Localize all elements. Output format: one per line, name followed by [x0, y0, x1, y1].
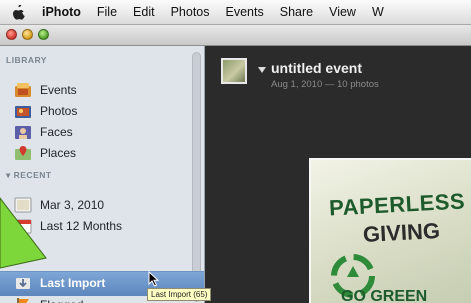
zoom-button[interactable]	[38, 29, 49, 40]
photo-thumbnail[interactable]: PAPERLESS GIVING GO GREEN	[309, 158, 471, 303]
minimize-button[interactable]	[22, 29, 33, 40]
photo-text-giving: GIVING	[362, 218, 441, 247]
recent-section-label[interactable]: ▾ RECENT	[6, 170, 52, 181]
event-key-photo[interactable]	[221, 58, 247, 84]
sidebar-item-last-import[interactable]: Last Import	[40, 273, 105, 293]
sidebar-item-mar-3-2010[interactable]: Mar 3, 2010	[40, 195, 104, 215]
photos-icon	[15, 106, 31, 118]
disclosure-triangle-icon[interactable]	[258, 67, 266, 73]
tooltip: Last Import (65)	[147, 288, 212, 301]
event-subtitle: Aug 1, 2010 — 10 photos	[271, 79, 379, 90]
sidebar-item-last-12-months[interactable]: Last 12 Months	[40, 216, 122, 236]
menu-share[interactable]: Share	[272, 5, 321, 19]
iphoto-window: LIBRARY Events Photos Faces Places ▾ REC…	[0, 25, 471, 303]
event-album-icon	[14, 197, 32, 213]
events-icon	[15, 83, 31, 97]
photo-text-go-green: GO GREEN	[341, 288, 428, 303]
places-icon	[15, 146, 31, 160]
event-title[interactable]: untitled event	[271, 60, 362, 76]
sidebar-item-photos[interactable]: Photos	[40, 101, 77, 121]
calendar-icon	[14, 219, 32, 234]
menu-photos[interactable]: Photos	[163, 5, 218, 19]
sidebar-item-faces[interactable]: Faces	[40, 122, 73, 142]
source-list-sidebar: LIBRARY Events Photos Faces Places ▾ REC…	[0, 46, 205, 303]
window-titlebar	[0, 25, 471, 46]
sidebar-item-places[interactable]: Places	[40, 143, 76, 163]
menu-file[interactable]: File	[89, 5, 125, 19]
faces-icon	[15, 126, 31, 139]
menu-bar: iPhoto File Edit Photos Events Share Vie…	[0, 0, 471, 25]
library-section-label: LIBRARY	[6, 55, 47, 65]
menu-app-name[interactable]: iPhoto	[38, 5, 89, 19]
mouse-cursor-icon	[148, 271, 160, 287]
menu-edit[interactable]: Edit	[125, 5, 163, 19]
close-button[interactable]	[6, 29, 17, 40]
photo-browser: untitled event Aug 1, 2010 — 10 photos P…	[205, 46, 471, 303]
apple-menu-icon[interactable]	[12, 4, 26, 20]
menu-window[interactable]: W	[364, 5, 392, 19]
menu-events[interactable]: Events	[218, 5, 272, 19]
flag-icon	[17, 298, 29, 303]
last-import-icon	[16, 278, 30, 289]
photo-text-paperless: PAPERLESS	[328, 188, 466, 221]
sidebar-scrollbar[interactable]	[192, 52, 201, 302]
menu-view[interactable]: View	[321, 5, 364, 19]
sidebar-item-events[interactable]: Events	[40, 80, 77, 100]
sidebar-item-flagged[interactable]: Flagged	[40, 295, 83, 303]
